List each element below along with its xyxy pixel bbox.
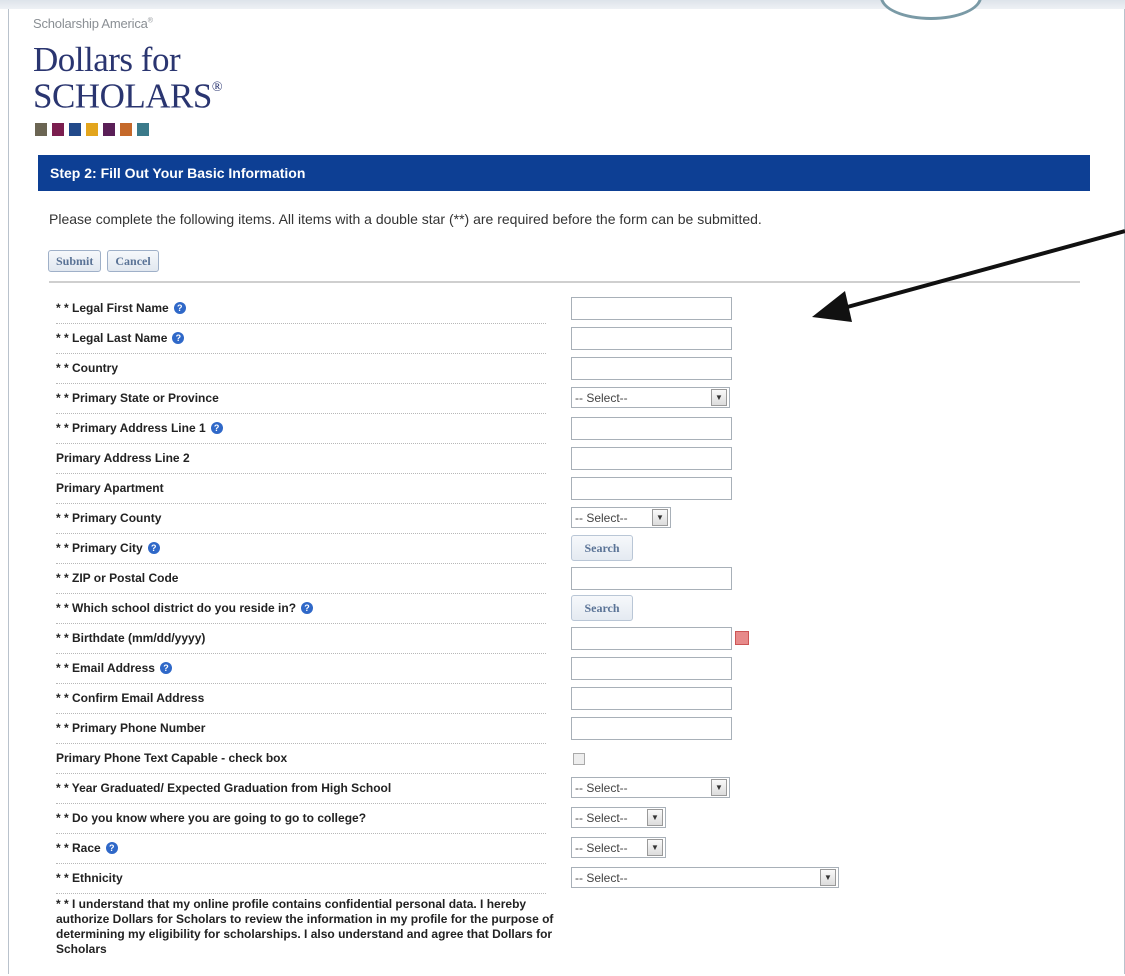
arrow-shaft bbox=[839, 229, 1125, 311]
arrow-head bbox=[812, 291, 852, 322]
annotation-arrow bbox=[812, 229, 1125, 322]
